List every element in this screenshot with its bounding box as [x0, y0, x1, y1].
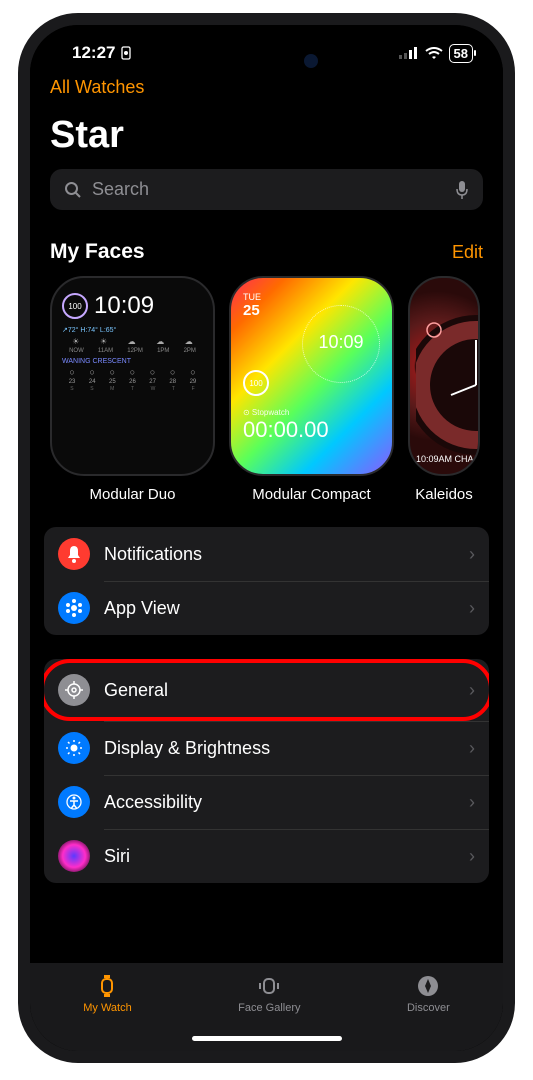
sun-icon [58, 732, 90, 764]
siri-icon [58, 840, 90, 872]
siri-item[interactable]: Siri › [44, 829, 489, 883]
item-label: App View [104, 598, 455, 619]
gear-icon [58, 674, 90, 706]
item-label: Siri [104, 846, 455, 867]
settings-group-1: Notifications › App View › [44, 527, 489, 635]
face-label: Modular Duo [90, 486, 176, 503]
item-label: General [104, 680, 455, 701]
item-label: Display & Brightness [104, 738, 455, 759]
watch-icon [94, 973, 120, 999]
chevron-right-icon: › [469, 792, 475, 813]
accessibility-item[interactable]: Accessibility › [44, 775, 489, 829]
status-time: 12:27 [72, 43, 115, 63]
settings-group-2: General › Display & Brightness › Accessi… [44, 659, 489, 883]
gallery-icon [256, 973, 282, 999]
my-faces-heading: My Faces [50, 240, 145, 264]
chevron-right-icon: › [469, 598, 475, 619]
watch-face-modular-duo[interactable]: 100 10:09 ↗72° H:74° L:65° ☀☀☁☁☁ NOW11AM… [50, 276, 215, 476]
watch-face-kaleidoscope[interactable]: 10:09AM CHA [408, 276, 480, 476]
cellular-icon [399, 47, 419, 59]
face-label: Kaleidos [415, 486, 473, 503]
home-indicator[interactable] [192, 1036, 342, 1041]
battery-indicator: 58 [449, 44, 473, 63]
search-input[interactable]: Search [50, 169, 483, 210]
microphone-icon[interactable] [455, 180, 469, 200]
watch-face-modular-compact[interactable]: TUE 25 10:09 100 ⊙ Stopwatch 00:00.00 [229, 276, 394, 476]
back-link[interactable]: All Watches [50, 77, 144, 97]
compass-icon [415, 973, 441, 999]
general-item[interactable]: General › [44, 659, 489, 721]
search-icon [64, 181, 82, 199]
bell-icon [58, 538, 90, 570]
tab-discover[interactable]: Discover [407, 973, 450, 1014]
faces-carousel[interactable]: 100 10:09 ↗72° H:74° L:65° ☀☀☁☁☁ NOW11AM… [30, 276, 503, 503]
portrait-lock-icon [119, 46, 133, 60]
person-icon [58, 786, 90, 818]
dynamic-island [202, 43, 332, 79]
tab-face-gallery[interactable]: Face Gallery [238, 973, 300, 1014]
chevron-right-icon: › [469, 738, 475, 759]
grid-icon [58, 592, 90, 624]
item-label: Notifications [104, 544, 455, 565]
face-label: Modular Compact [252, 486, 370, 503]
page-title: Star [30, 104, 503, 169]
chevron-right-icon: › [469, 544, 475, 565]
chevron-right-icon: › [469, 846, 475, 867]
chevron-right-icon: › [469, 680, 475, 701]
item-label: Accessibility [104, 792, 455, 813]
wifi-icon [425, 47, 443, 60]
search-placeholder: Search [92, 179, 445, 200]
edit-button[interactable]: Edit [452, 242, 483, 263]
display-brightness-item[interactable]: Display & Brightness › [44, 721, 489, 775]
notifications-item[interactable]: Notifications › [44, 527, 489, 581]
tab-my-watch[interactable]: My Watch [83, 973, 132, 1014]
app-view-item[interactable]: App View › [44, 581, 489, 635]
